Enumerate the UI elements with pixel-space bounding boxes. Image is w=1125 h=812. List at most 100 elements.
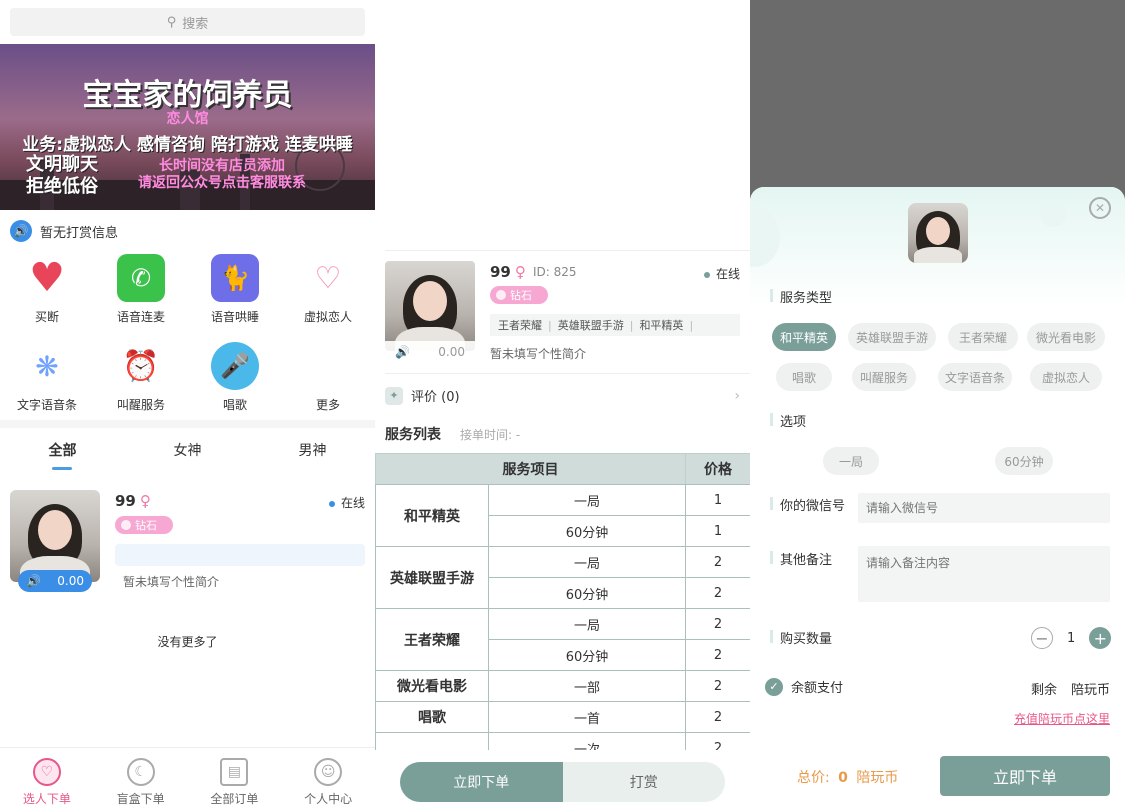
gender-tabs: 全部 女神 男神 xyxy=(0,440,375,460)
table-header: 服务项目 xyxy=(375,453,686,485)
banner-slogan-line1: 文明聊天 xyxy=(26,154,98,175)
plus-icon[interactable]: + xyxy=(1089,627,1112,649)
grid-item-singing[interactable]: 🎤 唱歌 xyxy=(188,342,282,413)
bottom-tabbar: ♡ 选人下单 ☾ 盲盒下单 ▤ 全部订单 ☺ 个人中心 xyxy=(0,747,375,812)
note-input[interactable] xyxy=(858,546,1110,602)
close-icon[interactable]: ✕ xyxy=(1089,197,1111,219)
level-badge-text: 钻石 xyxy=(135,519,157,532)
grid-item-text-voice[interactable]: ❋ 文字语音条 xyxy=(0,342,94,413)
service-type-chip[interactable]: 微光看电影 xyxy=(1027,323,1105,351)
voice-value: 0.00 xyxy=(57,574,84,588)
diamond-icon xyxy=(496,290,506,300)
level-badge: 钻石 xyxy=(115,516,173,534)
companion-card[interactable]: 🔊 0.00 99 ♀ 在线 钻石 暂未填写个性简介 xyxy=(10,490,365,592)
balance-remaining: 剩余 陪玩币 xyxy=(1031,679,1110,698)
companion-name-text: 99 xyxy=(490,263,511,281)
balance-pay-option[interactable]: ✓ 余额支付 xyxy=(765,677,843,696)
chevron-right-icon: › xyxy=(734,387,740,404)
note-label: 其他备注 xyxy=(770,549,832,568)
voice-sample-button[interactable]: 🔊 0.00 xyxy=(385,341,475,363)
decor-bubble xyxy=(1040,201,1066,227)
service-price: 1 xyxy=(685,484,750,516)
service-unit: 一局 xyxy=(488,608,686,640)
wechat-input[interactable] xyxy=(858,493,1110,523)
tip-button[interactable]: 打赏 xyxy=(562,762,725,802)
female-icon: ♀ xyxy=(514,263,526,281)
remain-currency: 陪玩币 xyxy=(1071,683,1111,698)
cat-icon: 🐈 xyxy=(211,254,259,302)
avatar xyxy=(908,203,968,263)
tab-goddess[interactable]: 女神 xyxy=(125,440,250,460)
grid-item-more[interactable]: 更多 xyxy=(281,342,375,413)
service-price: 2 xyxy=(685,701,750,733)
grid-label: 叫醒服务 xyxy=(116,398,165,412)
service-price: 2 xyxy=(685,546,750,578)
pay-label: 余额支付 xyxy=(791,681,844,696)
tags-bar xyxy=(115,544,365,566)
tabbar-label: 选人下单 xyxy=(22,792,71,806)
order-now-button[interactable]: 立即下单 xyxy=(400,762,563,802)
grid-item-buyout[interactable]: ♥ 买断 xyxy=(0,254,94,325)
tabbar-label: 全部订单 xyxy=(210,792,259,806)
tab-indicator xyxy=(52,467,72,470)
table-header: 价格 xyxy=(685,453,750,485)
service-game: 唱歌 xyxy=(375,701,489,733)
level-badge: 钻石 xyxy=(490,286,548,304)
order-sheet-overlay[interactable]: ✕ 服务类型 和平精英 英雄联盟手游 王者荣耀 微光看电影 唱歌 叫醒服务 文字… xyxy=(750,0,1125,812)
review-row[interactable]: ✦ 评价 (0) › xyxy=(385,386,740,405)
grid-item-wakeup[interactable]: ⏰ 叫醒服务 xyxy=(94,342,188,413)
search-bar[interactable]: ⚲ 搜索 xyxy=(10,8,365,36)
option-chip[interactable]: 一局 xyxy=(823,447,879,475)
review-icon: ✦ xyxy=(385,386,403,405)
tip-notice: 🔊 暂无打赏信息 xyxy=(10,220,118,242)
service-unit: 一首 xyxy=(488,701,686,733)
divider xyxy=(385,250,750,251)
service-unit: 60分钟 xyxy=(488,515,686,547)
banner-note-line1: 长时间没有店员添加 xyxy=(159,158,285,174)
service-table-body: 和平精英 一局 1 60分钟 1 英雄联盟手游 一局 2 60分钟 2 王者荣耀… xyxy=(375,484,750,764)
tabbar-item-orders[interactable]: ▤ 全部订单 xyxy=(188,748,282,812)
recharge-link[interactable]: 充值陪玩币点这里 xyxy=(1014,710,1110,727)
service-type-chip[interactable]: 和平精英 xyxy=(772,323,836,351)
grid-label: 更多 xyxy=(315,398,340,412)
minus-icon[interactable]: − xyxy=(1031,627,1053,649)
grid-item-voice-call[interactable]: ✆ 语音连麦 xyxy=(94,254,188,325)
tabbar-item-profile[interactable]: ☺ 个人中心 xyxy=(281,748,375,812)
service-type-chip[interactable]: 文字语音条 xyxy=(938,363,1012,391)
section-divider xyxy=(0,420,375,428)
service-price: 2 xyxy=(685,670,750,702)
tag: 王者荣耀 xyxy=(498,319,542,332)
service-type-chip[interactable]: 英雄联盟手游 xyxy=(848,323,936,351)
table-row: 英雄联盟手游 一局 2 xyxy=(375,546,750,609)
service-type-chip[interactable]: 王者荣耀 xyxy=(948,323,1018,351)
banner-subtitle: 恋人馆 xyxy=(166,111,209,127)
action-buttons: 立即下单 打赏 xyxy=(400,762,725,802)
grid-item-virtual-lover[interactable]: ♡ 虚拟恋人 xyxy=(281,254,375,325)
tabbar-item-blindbox[interactable]: ☾ 盲盒下单 xyxy=(94,748,188,812)
companion-id: ID: 825 xyxy=(533,265,577,279)
detail-panel: 🔊 0.00 99 ♀ ID: 825 在线 钻石 王者荣耀 | 英雄联盟手游 | 和… xyxy=(375,0,750,812)
table-row: 微光看电影 一部 2 xyxy=(375,670,750,702)
order-now-button[interactable]: 立即下单 xyxy=(940,756,1110,796)
bio-text: 暂未填写个性简介 xyxy=(123,575,220,589)
quantity-label: 购买数量 xyxy=(770,628,832,647)
promo-banner[interactable]: 宝宝家的饲养员 恋人馆 业务:虚拟恋人 感情咨询 陪打游戏 连麦哄睡 文明聊天 … xyxy=(0,44,375,210)
option-chip[interactable]: 60分钟 xyxy=(995,447,1053,475)
wechat-label: 你的微信号 xyxy=(770,495,845,514)
service-type-chip[interactable]: 唱歌 xyxy=(776,363,832,391)
tabbar-label: 个人中心 xyxy=(304,792,353,806)
tab-god[interactable]: 男神 xyxy=(250,440,375,460)
voice-sample-button[interactable]: 🔊 0.00 xyxy=(18,570,92,592)
service-price: 2 xyxy=(685,639,750,671)
avatar xyxy=(385,261,475,351)
grid-item-sleep-voice[interactable]: 🐈 语音哄睡 xyxy=(188,254,282,325)
grid-label: 语音哄睡 xyxy=(210,310,259,324)
tab-all[interactable]: 全部 xyxy=(0,440,125,460)
service-type-chip[interactable]: 虚拟恋人 xyxy=(1030,363,1102,391)
service-type-chip[interactable]: 叫醒服务 xyxy=(852,363,916,391)
service-game: 王者荣耀 xyxy=(375,608,489,671)
voice-value: 0.00 xyxy=(438,345,465,359)
tabbar-item-pick[interactable]: ♡ 选人下单 xyxy=(0,748,94,812)
heart-face-icon: ♡ xyxy=(304,254,352,302)
companion-name: 99 ♀ xyxy=(115,492,151,510)
